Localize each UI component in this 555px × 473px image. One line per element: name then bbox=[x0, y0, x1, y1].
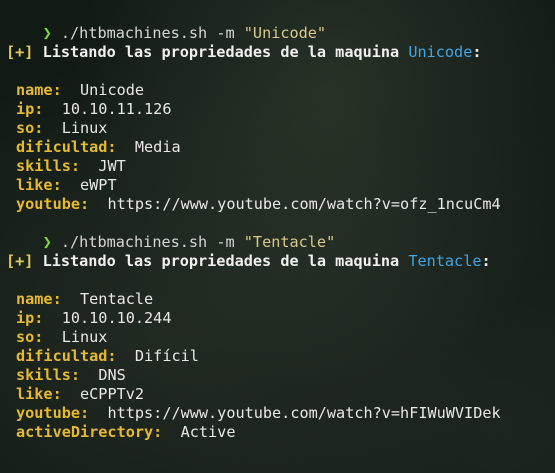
property-row: like: eCPPTv2 bbox=[16, 385, 555, 404]
command-argument: "Unicode" bbox=[243, 24, 327, 42]
property-row: youtube: https://www.youtube.com/watch?v… bbox=[16, 404, 555, 423]
property-key: skills: bbox=[16, 366, 81, 384]
property-row: activeDirectory: Active bbox=[16, 423, 555, 442]
property-row: ip: 10.10.11.126 bbox=[16, 100, 555, 119]
output-header: [+] Listando las propriedades de la maqu… bbox=[6, 43, 555, 62]
property-key: youtube: bbox=[16, 195, 90, 213]
property-row: so: Linux bbox=[16, 119, 555, 138]
property-value: Difícil bbox=[134, 347, 199, 365]
chevron-right-icon: ❯ bbox=[42, 24, 52, 42]
property-key: skills: bbox=[16, 157, 81, 175]
info-marker: [+] bbox=[6, 43, 34, 61]
property-key: dificultad: bbox=[16, 138, 117, 156]
property-value: Unicode bbox=[80, 81, 145, 99]
command-text: ./htbmachines.sh -m bbox=[60, 233, 235, 251]
command-argument: "Tentacle" bbox=[243, 233, 336, 251]
chevron-right-icon: ❯ bbox=[42, 233, 52, 251]
property-row: youtube: https://www.youtube.com/watch?v… bbox=[16, 195, 555, 214]
property-row: name: Tentacle bbox=[16, 290, 555, 309]
property-value: eWPT bbox=[80, 176, 117, 194]
property-row: like: eWPT bbox=[16, 176, 555, 195]
header-colon: : bbox=[472, 43, 482, 61]
property-key: ip: bbox=[16, 309, 44, 327]
property-value: Tentacle bbox=[80, 290, 154, 308]
command-text: ./htbmachines.sh -m bbox=[60, 24, 235, 42]
property-key: so: bbox=[16, 119, 44, 137]
property-key: ip: bbox=[16, 100, 44, 118]
header-text: Listando las propriedades de la maquina bbox=[33, 43, 409, 61]
property-key: youtube: bbox=[16, 404, 90, 422]
machine-name: Tentacle bbox=[408, 252, 482, 270]
property-row: name: Unicode bbox=[16, 81, 555, 100]
property-key: name: bbox=[16, 81, 62, 99]
property-key: like: bbox=[16, 385, 62, 403]
property-row: dificultad: Difícil bbox=[16, 347, 555, 366]
property-value: JWT bbox=[98, 157, 126, 175]
property-value: Media bbox=[134, 138, 181, 156]
property-list: name: Unicode ip: 10.10.11.126 so: Linux… bbox=[6, 81, 555, 214]
property-value: 10.10.11.126 bbox=[61, 100, 172, 118]
output-header: [+] Listando las propriedades de la maqu… bbox=[6, 252, 555, 271]
property-key: so: bbox=[16, 328, 44, 346]
command-line: ❯ ./htbmachines.sh -m "Tentacle" bbox=[6, 214, 555, 251]
property-row: ip: 10.10.10.244 bbox=[16, 309, 555, 328]
info-marker: [+] bbox=[6, 252, 34, 270]
property-value: Linux bbox=[61, 119, 108, 137]
header-colon: : bbox=[481, 252, 491, 270]
property-row: dificultad: Media bbox=[16, 138, 555, 157]
property-row: so: Linux bbox=[16, 328, 555, 347]
command-line: ❯ ./htbmachines.sh -m "Unicode" bbox=[6, 5, 555, 42]
terminal-window[interactable]: ❯ ./htbmachines.sh -m "Unicode" [+] List… bbox=[0, 0, 555, 473]
property-value: Linux bbox=[61, 328, 108, 346]
youtube-link[interactable]: https://www.youtube.com/watch?v=hFIWuWVI… bbox=[107, 404, 500, 422]
property-key: activeDirectory: bbox=[16, 423, 163, 441]
property-row: skills: DNS bbox=[16, 366, 555, 385]
property-value: 10.10.10.244 bbox=[61, 309, 172, 327]
property-value: DNS bbox=[98, 366, 126, 384]
property-value: Active bbox=[180, 423, 236, 441]
property-key: name: bbox=[16, 290, 62, 308]
header-text: Listando las propriedades de la maquina bbox=[33, 252, 409, 270]
property-key: like: bbox=[16, 176, 62, 194]
property-row: skills: JWT bbox=[16, 157, 555, 176]
youtube-link[interactable]: https://www.youtube.com/watch?v=ofz_1ncu… bbox=[107, 195, 500, 213]
property-list: name: Tentacle ip: 10.10.10.244 so: Linu… bbox=[6, 290, 555, 442]
property-key: dificultad: bbox=[16, 347, 117, 365]
machine-name: Unicode bbox=[408, 43, 473, 61]
property-value: eCPPTv2 bbox=[80, 385, 145, 403]
